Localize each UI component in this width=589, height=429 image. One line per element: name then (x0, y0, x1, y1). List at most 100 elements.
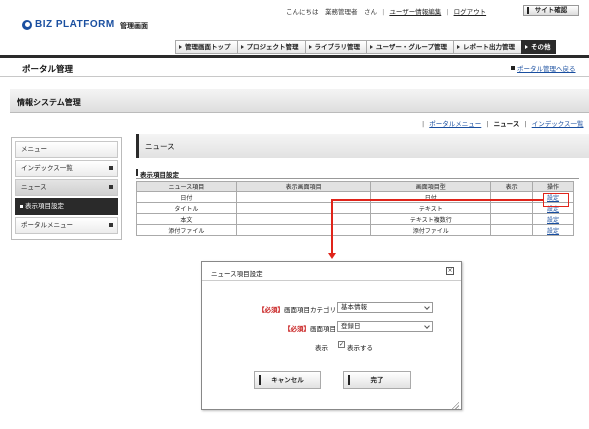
table-cell (490, 224, 534, 236)
separator: | (486, 120, 489, 128)
table-cell: 本文 (136, 213, 237, 225)
logout-link[interactable]: ログアウト (454, 8, 487, 16)
cancel-button[interactable]: キャンセル (254, 371, 321, 389)
square-bullet-icon (109, 223, 113, 227)
divider (0, 76, 589, 77)
chevron-down-icon (424, 304, 430, 310)
tab-other[interactable]: その他 (520, 40, 557, 54)
column-header: 画面項目型 (370, 181, 492, 192)
tab-admin-top[interactable]: 管理画面トップ (175, 40, 237, 54)
sidebar-item-label: メニュー (21, 145, 47, 153)
table-cell (490, 191, 534, 203)
square-bullet-icon (109, 185, 113, 189)
sidebar-item-display-settings[interactable]: 表示項目設定 (15, 198, 118, 215)
chevron-down-icon (424, 323, 430, 329)
header-divider (0, 55, 589, 58)
top-nav: 管理画面トップ プロジェクト管理 ライブラリ管理 ユーザー・グループ管理 レポー… (175, 40, 557, 54)
column-header: 表示 (490, 181, 534, 192)
section-title: ニュース (145, 142, 175, 151)
table-header-row: ニュース項目 表示画面項目 画面項目型 表示 操作 (136, 181, 574, 192)
dialog-title: ニュース項目設定 (211, 270, 263, 278)
system-title: 情報システム管理 (17, 98, 81, 107)
table-cell: テキスト複数行 (370, 213, 492, 225)
item-select[interactable]: 登録日 (337, 321, 433, 332)
logo-text: BIZ PLATFORM (35, 19, 115, 30)
greeting-text: こんにちは 業務管理者 さん (286, 8, 377, 16)
separator: | (382, 8, 385, 16)
category-field-label: 【必須】画面項目カテゴリ (222, 304, 336, 314)
sidebar: メニュー インデックス一覧 ニュース 表示項目設定 ポータルメニュー (11, 137, 122, 240)
sidebar-item-index-list[interactable]: インデックス一覧 (15, 160, 118, 177)
admin-label: 管理画面 (120, 22, 148, 30)
sidebar-item-label: ポータルメニュー (21, 221, 73, 229)
table-row: 添付ファイル 添付ファイル 設定 (136, 224, 574, 236)
sidebar-item-portal-menu[interactable]: ポータルメニュー (15, 217, 118, 234)
table-row: タイトル テキスト 設定 (136, 202, 574, 214)
page-title: ポータル管理 (22, 65, 74, 75)
arrow-down-icon (328, 253, 336, 259)
square-bullet-icon (109, 166, 113, 170)
sidebar-item-label: ニュース (21, 183, 47, 191)
table-cell: テキスト (370, 202, 492, 214)
show-field-label: 表示 (315, 344, 328, 352)
tab-library[interactable]: ライブラリ管理 (304, 40, 366, 54)
tab-project[interactable]: プロジェクト管理 (236, 40, 305, 54)
system-title-band (10, 89, 589, 113)
table-cell: 添付ファイル (136, 224, 237, 236)
news-items-table: ニュース項目 表示画面項目 画面項目型 表示 操作 日付 日付 設定 タイトル … (136, 181, 574, 236)
user-edit-link[interactable]: ユーザー情報編集 (389, 8, 441, 16)
news-item-settings-dialog: ニュース項目設定 × 【必須】画面項目カテゴリ 基本情報 【必須】画面項目 登録… (201, 261, 462, 410)
category-select[interactable]: 基本情報 (337, 302, 433, 313)
table-row: 本文 テキスト複数行 設定 (136, 213, 574, 225)
settings-link[interactable]: 設定 (532, 224, 574, 236)
logo-icon (22, 20, 32, 30)
separator: | (446, 8, 449, 16)
done-button[interactable]: 完了 (343, 371, 411, 389)
table-cell (235, 213, 372, 225)
show-checkbox-label[interactable]: 表示する (347, 342, 373, 352)
sub-nav: | ポータルメニュー | ニュース | インデックス一覧 (419, 118, 584, 128)
category-label-text: 画面項目カテゴリ (284, 306, 336, 314)
table-cell (235, 224, 372, 236)
show-checkbox[interactable]: ✓ (338, 341, 345, 348)
table-cell (490, 213, 534, 225)
sidebar-item-menu[interactable]: メニュー (15, 141, 118, 158)
resize-grip-icon[interactable] (451, 401, 459, 409)
sidebar-item-news[interactable]: ニュース (15, 179, 118, 196)
table-cell: タイトル (136, 202, 237, 214)
column-header: 表示画面項目 (235, 181, 372, 192)
table-row: 日付 日付 設定 (136, 191, 574, 203)
subnav-index-list[interactable]: インデックス一覧 (532, 120, 584, 128)
table-cell: 日付 (136, 191, 237, 203)
separator: | (524, 120, 527, 128)
tab-report[interactable]: レポート出力管理 (452, 40, 521, 54)
annotation-arrow-line (332, 199, 543, 201)
item-field-label: 【必須】画面項目 (222, 323, 336, 333)
sidebar-item-label: 表示項目設定 (25, 202, 64, 210)
close-icon[interactable]: × (446, 267, 454, 275)
table-cell (235, 202, 372, 214)
annotation-arrow-line (331, 199, 333, 254)
category-select-value: 基本情報 (341, 303, 367, 311)
section-header-band (136, 134, 589, 158)
settings-link[interactable]: 設定 (532, 213, 574, 225)
column-header: ニュース項目 (136, 181, 237, 192)
item-label-text: 画面項目 (310, 325, 336, 333)
site-check-button[interactable]: サイト確認 (523, 5, 579, 16)
subnav-portal-menu[interactable]: ポータルメニュー (429, 120, 481, 128)
separator: | (422, 120, 425, 128)
subnav-news: ニュース (493, 120, 520, 128)
divider (136, 178, 579, 179)
table-cell (490, 202, 534, 214)
highlight-box (543, 193, 569, 207)
required-tag: 【必須】 (258, 306, 284, 314)
column-header: 操作 (532, 181, 574, 192)
back-to-portal-link[interactable]: ポータル管理へ戻る (511, 63, 576, 73)
table-cell: 日付 (370, 191, 492, 203)
required-tag: 【必須】 (284, 325, 310, 333)
tab-user-group[interactable]: ユーザー・グループ管理 (366, 40, 453, 54)
sidebar-item-label: インデックス一覧 (21, 164, 73, 172)
user-greeting-bar: こんにちは 業務管理者 さん | ユーザー情報編集 | ログアウト (286, 6, 486, 16)
table-cell: 添付ファイル (370, 224, 492, 236)
table-cell (235, 191, 372, 203)
